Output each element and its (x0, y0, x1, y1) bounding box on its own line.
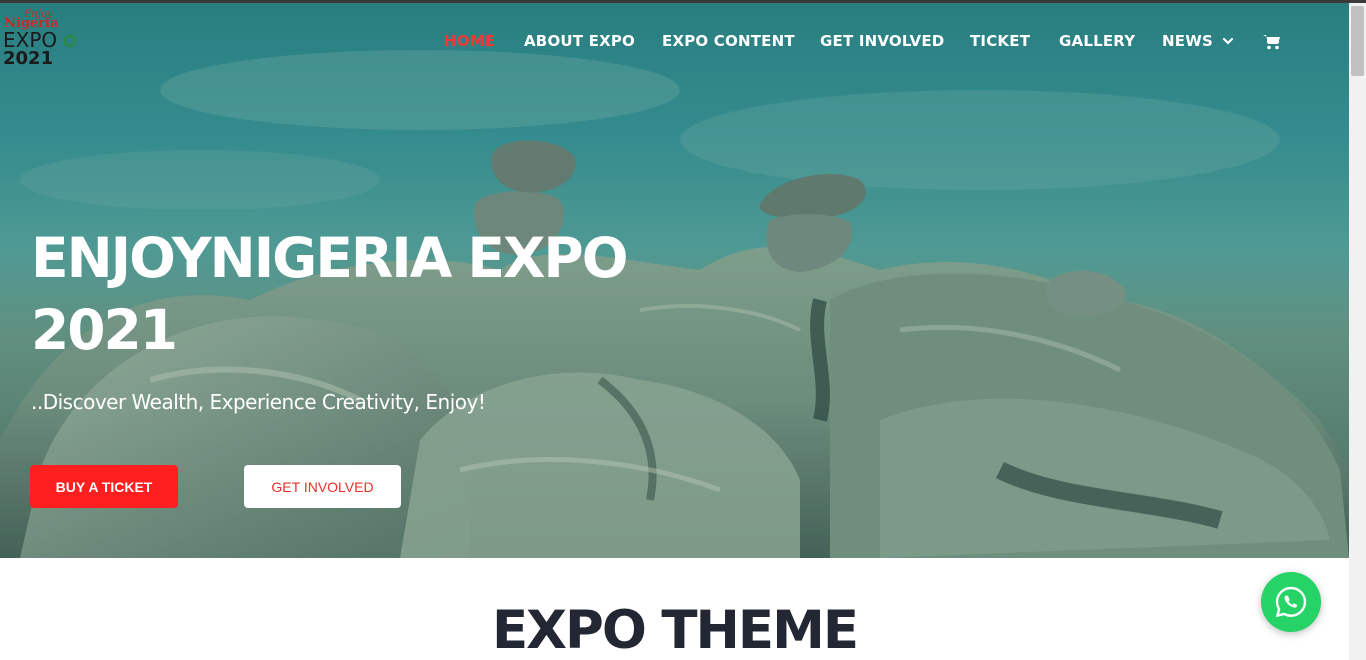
page-scrollbar[interactable] (1349, 0, 1366, 660)
hero-title-line-1: ENJOYNIGERIA EXPO (31, 226, 628, 290)
nav-item-get-involved[interactable]: GET INVOLVED (820, 32, 944, 50)
hero-title-line-2: 2021 (31, 298, 178, 362)
nav-item-ticket[interactable]: TICKET (970, 32, 1030, 50)
hero-banner: Enjoy Nigeria EXPO 2021 HOME ABOUT EXPO … (0, 0, 1349, 558)
get-involved-button[interactable]: GET INVOLVED (244, 465, 401, 508)
shopping-cart-icon[interactable] (1263, 34, 1281, 50)
whatsapp-icon (1275, 586, 1307, 618)
chevron-down-icon[interactable] (1222, 35, 1234, 47)
hero-title: ENJOYNIGERIA EXPO 2021 (31, 222, 651, 366)
nav-item-about-expo[interactable]: ABOUT EXPO (524, 32, 635, 50)
scrollbar-thumb[interactable] (1351, 6, 1364, 76)
nav-item-expo-content[interactable]: EXPO CONTENT (662, 32, 795, 50)
nav-item-home[interactable]: HOME (444, 32, 495, 50)
section-title-expo-theme: EXPO THEME (491, 600, 859, 660)
main-navigation: HOME ABOUT EXPO EXPO CONTENT GET INVOLVE… (0, 32, 1349, 54)
browser-top-border (0, 0, 1366, 3)
hero-subtitle: ..Discover Wealth, Experience Creativity… (31, 390, 486, 414)
buy-ticket-button[interactable]: BUY A TICKET (30, 465, 178, 508)
nav-item-news[interactable]: NEWS (1162, 32, 1213, 50)
nav-item-gallery[interactable]: GALLERY (1059, 32, 1135, 50)
whatsapp-chat-button[interactable] (1261, 572, 1321, 632)
